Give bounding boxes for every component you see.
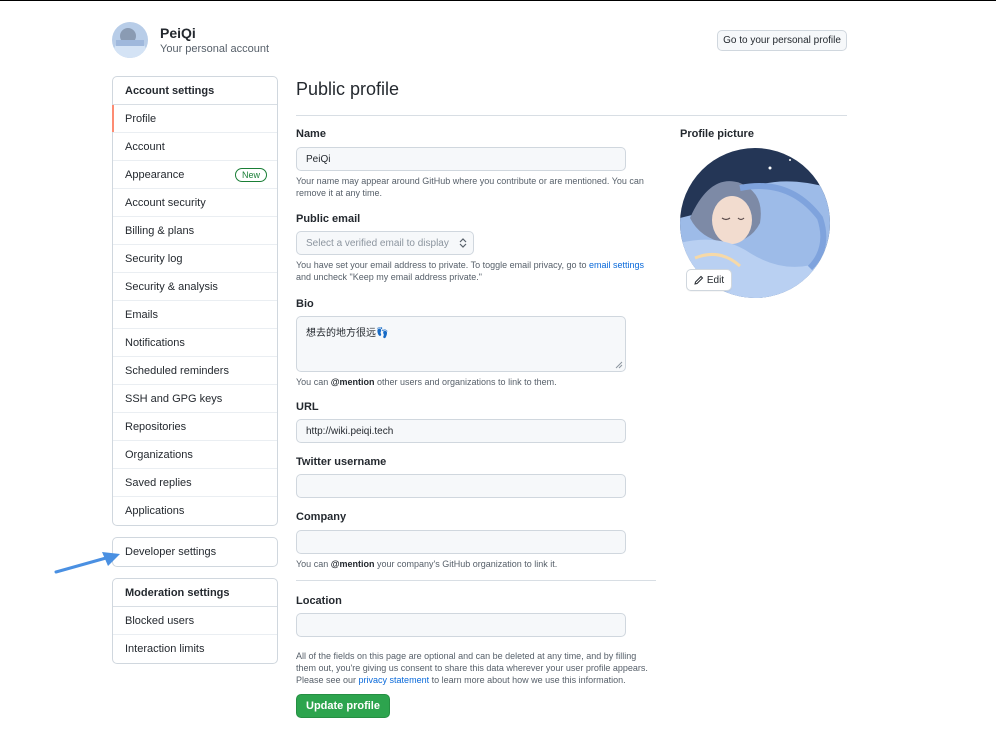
mention-text: @mention (330, 377, 375, 387)
sidebar-item-label: Organizations (125, 448, 193, 461)
account-settings-heading: Account settings (113, 77, 277, 105)
public-email-note: You have set your email address to priva… (296, 259, 656, 283)
sidebar-item-blocked-users[interactable]: Blocked users (113, 607, 277, 635)
sidebar-item-security-log[interactable]: Security log (113, 245, 277, 273)
update-profile-button[interactable]: Update profile (296, 694, 390, 718)
location-label: Location (296, 595, 342, 607)
sidebar-item-label: Profile (125, 112, 157, 125)
sidebar-item-applications[interactable]: Applications (113, 497, 277, 525)
note-text: You have set your email address to priva… (296, 260, 589, 270)
url-value: http://wiki.peiqi.tech (306, 425, 394, 437)
note-text: other users and organizations to link to… (374, 377, 557, 387)
name-value: PeiQi (306, 153, 331, 165)
profile-picture-label: Profile picture (680, 128, 754, 140)
user-header: PeiQi Your personal account (112, 22, 269, 58)
company-label: Company (296, 511, 347, 523)
sidebar-item-label: Emails (125, 308, 159, 321)
sidebar-item-label: Account (125, 140, 165, 153)
note-text: You can (296, 559, 331, 569)
sidebar-item-saved-replies[interactable]: Saved replies (113, 469, 277, 497)
sidebar-item-repositories[interactable]: Repositories (113, 413, 277, 441)
disclaimer-note: All of the fields on this page are optio… (296, 650, 656, 686)
page-title: Public profile (296, 79, 400, 99)
url-label: URL (296, 401, 319, 413)
new-badge: New (234, 167, 267, 182)
sidebar-item-developer-settings[interactable]: Developer settings (113, 538, 277, 566)
avatar[interactable] (112, 22, 148, 58)
sidebar-item-ssh-gpg-keys[interactable]: SSH and GPG keys (113, 385, 277, 413)
public-email-label: Public email (296, 213, 361, 225)
name-label: Name (296, 128, 326, 140)
sidebar-item-notifications[interactable]: Notifications (113, 329, 277, 357)
title-divider (296, 115, 847, 116)
section-divider (296, 580, 656, 581)
company-field[interactable] (296, 530, 626, 554)
email-settings-link[interactable]: email settings (589, 260, 644, 270)
sidebar-item-billing[interactable]: Billing & plans (113, 217, 277, 245)
note-text: and uncheck "Keep my email address priva… (296, 272, 482, 282)
sidebar-item-label: SSH and GPG keys (125, 392, 223, 405)
pencil-icon (694, 275, 704, 285)
location-field[interactable] (296, 613, 626, 637)
sidebar-item-interaction-limits[interactable]: Interaction limits (113, 635, 277, 663)
bio-value: 想去的地方很远👣 (306, 328, 389, 339)
edit-label: Edit (706, 274, 725, 286)
bio-note: You can @mention other users and organiz… (296, 376, 656, 388)
bio-textarea[interactable]: 想去的地方很远👣 (296, 316, 626, 372)
name-field[interactable]: PeiQi (296, 147, 626, 171)
sidebar-item-label: Blocked users (125, 614, 195, 627)
twitter-username-field[interactable] (296, 474, 626, 498)
name-note: Your name may appear around GitHub where… (296, 176, 644, 198)
company-note: You can @mention your company's GitHub o… (296, 558, 656, 570)
account-settings-menu: Account settings Profile Account Appeara… (112, 76, 278, 526)
privacy-statement-link[interactable]: privacy statement (359, 675, 430, 685)
url-field[interactable]: http://wiki.peiqi.tech (296, 419, 626, 443)
sidebar-item-profile[interactable]: Profile (112, 105, 277, 133)
sidebar-item-organizations[interactable]: Organizations (113, 441, 277, 469)
sidebar-item-label: Billing & plans (125, 224, 195, 237)
sidebar-item-label: Repositories (125, 420, 187, 433)
sidebar-item-account[interactable]: Account (113, 133, 277, 161)
sidebar-item-label: Security log (125, 252, 183, 265)
window-top-border (0, 0, 996, 1)
note-text: You can (296, 377, 331, 387)
sidebar-item-label: Account security (125, 196, 206, 209)
sidebar-item-scheduled-reminders[interactable]: Scheduled reminders (113, 357, 277, 385)
sidebar-item-label: Appearance (125, 168, 185, 181)
resize-handle-icon[interactable] (615, 361, 623, 369)
sidebar-item-appearance[interactable]: Appearance New (113, 161, 277, 189)
moderation-settings-menu: Moderation settings Blocked users Intera… (112, 578, 278, 664)
twitter-label: Twitter username (296, 456, 387, 468)
go-to-profile-button[interactable]: Go to your personal profile (717, 30, 847, 51)
mention-text: @mention (330, 559, 375, 569)
select-arrows-icon (459, 238, 467, 248)
sidebar-item-emails[interactable]: Emails (113, 301, 277, 329)
moderation-settings-heading: Moderation settings (113, 579, 277, 607)
sidebar-item-label: Security & analysis (125, 280, 218, 293)
sidebar-item-account-security[interactable]: Account security (113, 189, 277, 217)
sidebar-item-label: Saved replies (125, 476, 192, 489)
account-type-label: Your personal account (160, 43, 270, 55)
sidebar-item-label: Notifications (125, 336, 185, 349)
sidebar-item-label: Scheduled reminders (125, 364, 229, 377)
public-email-placeholder: Select a verified email to display (306, 237, 449, 249)
sidebar-item-label: Interaction limits (125, 643, 205, 655)
annotation-arrow-icon (54, 552, 120, 574)
edit-profile-picture-button[interactable]: Edit (686, 269, 732, 291)
bio-label: Bio (296, 298, 314, 310)
user-name[interactable]: PeiQi (160, 24, 269, 42)
sidebar-item-label: Applications (125, 505, 185, 517)
note-text: your company's GitHub organization to li… (374, 559, 558, 569)
developer-settings-menu: Developer settings (112, 537, 278, 567)
note-text: to learn more about how we use this info… (429, 675, 626, 685)
public-email-select[interactable]: Select a verified email to display (296, 231, 474, 255)
sidebar-item-security-analysis[interactable]: Security & analysis (113, 273, 277, 301)
